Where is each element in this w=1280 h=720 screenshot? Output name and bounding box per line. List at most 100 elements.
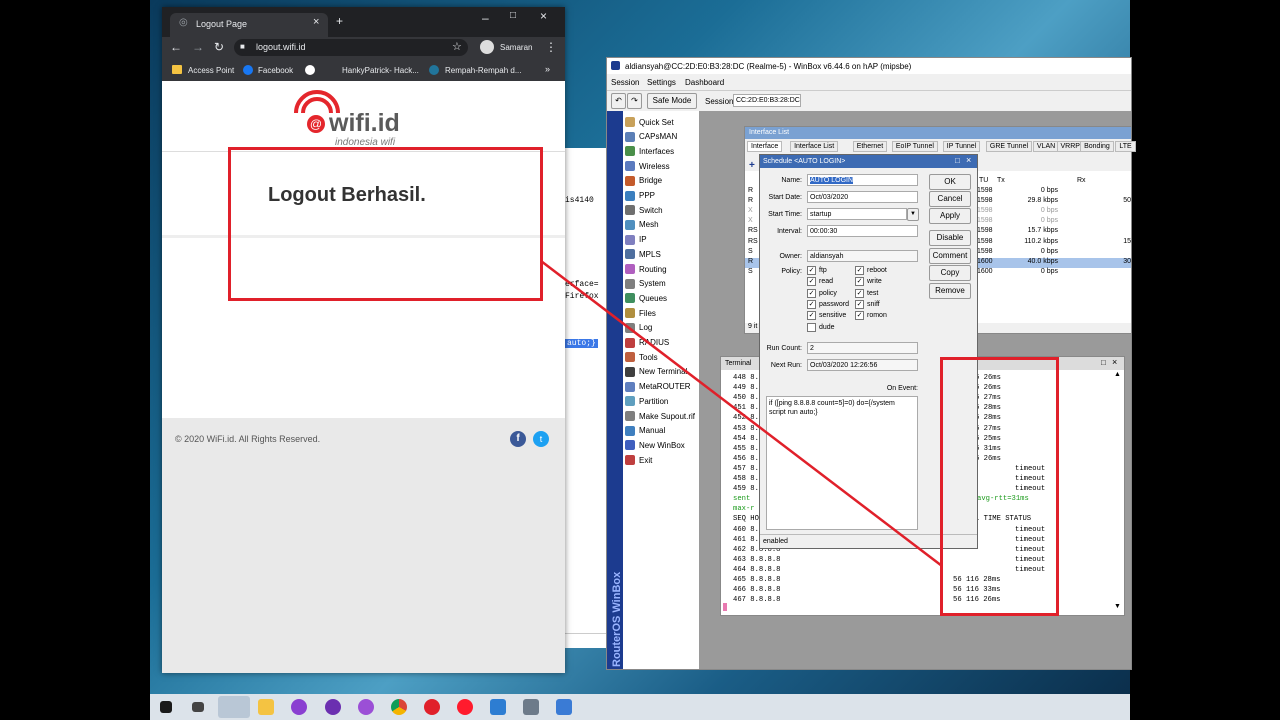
start-time-dropdown-icon[interactable]: ▼ bbox=[907, 208, 919, 221]
terminal-close-icon[interactable]: × bbox=[1112, 357, 1117, 367]
tab-eoip-tunnel[interactable]: EoIP Tunnel bbox=[891, 141, 938, 152]
cancel-button[interactable]: Cancel bbox=[929, 191, 971, 207]
interval-field[interactable]: 00:00:30 bbox=[807, 225, 918, 237]
forward-icon[interactable]: → bbox=[192, 40, 204, 54]
tab-ip-tunnel[interactable]: IP Tunnel bbox=[942, 141, 981, 152]
sidebar-item-queues[interactable]: Queues bbox=[625, 291, 667, 305]
sidebar-item-mpls[interactable]: MPLS bbox=[625, 247, 661, 261]
sidebar-item-radius[interactable]: RADIUS bbox=[625, 336, 669, 350]
policy-policy[interactable]: ✓ policy bbox=[807, 288, 837, 298]
checkbox-icon[interactable]: ✓ bbox=[807, 299, 816, 309]
tab-lte[interactable]: LTE bbox=[1115, 141, 1136, 152]
menu-dashboard[interactable]: Dashboard bbox=[685, 78, 724, 87]
back-icon[interactable]: ← bbox=[170, 40, 182, 54]
menu-settings[interactable]: Settings bbox=[647, 78, 676, 87]
menu-kebab-icon[interactable]: ⋮ bbox=[545, 40, 557, 54]
schedule-max-icon[interactable]: □ bbox=[955, 156, 960, 165]
checkbox-icon[interactable] bbox=[807, 322, 816, 332]
bookmark-facebook[interactable]: Facebook bbox=[258, 66, 293, 75]
checkbox-icon[interactable]: ✓ bbox=[807, 311, 816, 321]
maximize-icon[interactable]: □ bbox=[510, 10, 516, 21]
policy-sniff[interactable]: ✓ sniff bbox=[855, 299, 880, 309]
close-window-icon[interactable]: × bbox=[540, 9, 547, 23]
col-mtu[interactable]: TU bbox=[979, 177, 988, 184]
windows-start-icon[interactable] bbox=[160, 701, 172, 713]
policy-write[interactable]: ✓ write bbox=[855, 277, 882, 287]
app-purple-2-icon[interactable] bbox=[325, 699, 341, 715]
sidebar-item-new-terminal[interactable]: New Terminal bbox=[625, 365, 687, 379]
opera-2-icon[interactable] bbox=[457, 699, 473, 715]
policy-sensitive[interactable]: ✓ sensitive bbox=[807, 311, 846, 321]
app-purple-icon[interactable] bbox=[291, 699, 307, 715]
sidebar-item-exit[interactable]: Exit bbox=[625, 453, 652, 467]
app-gray-icon[interactable] bbox=[523, 699, 539, 715]
safe-mode-button[interactable]: Safe Mode bbox=[647, 93, 697, 109]
terminal-max-icon[interactable]: □ bbox=[1101, 358, 1106, 367]
sidebar-item-ip[interactable]: IP bbox=[625, 233, 647, 247]
close-tab-icon[interactable]: × bbox=[313, 16, 319, 28]
address-bar[interactable]: ■ logout.wifi.id ☆ bbox=[234, 39, 468, 56]
start-date-field[interactable]: Oct/03/2020 bbox=[807, 191, 918, 203]
minimize-icon[interactable]: – bbox=[482, 11, 489, 25]
policy-reboot[interactable]: ✓ reboot bbox=[855, 266, 887, 275]
star-icon[interactable]: ☆ bbox=[452, 40, 462, 53]
app-purple-3-icon[interactable] bbox=[358, 699, 374, 715]
start-time-field[interactable]: startup bbox=[807, 208, 907, 220]
sidebar-item-switch[interactable]: Switch bbox=[625, 203, 663, 217]
sidebar-item-make-supout-rif[interactable]: Make Supout.rif bbox=[625, 409, 695, 423]
more-bookmarks-icon[interactable]: » bbox=[545, 64, 550, 74]
sidebar-item-routing[interactable]: Routing bbox=[625, 262, 667, 276]
name-field[interactable]: AUTO LOGIN bbox=[807, 174, 918, 186]
file-explorer-icon[interactable] bbox=[258, 699, 274, 715]
sidebar-item-bridge[interactable]: Bridge bbox=[625, 174, 662, 188]
avatar[interactable] bbox=[480, 40, 494, 54]
copy-button[interactable]: Copy bbox=[929, 265, 971, 281]
session-field[interactable]: CC:2D:E0:B3:28:DC bbox=[733, 94, 801, 107]
tab-gre-tunnel[interactable]: GRE Tunnel bbox=[985, 141, 1033, 152]
chrome-taskbar-icon[interactable] bbox=[391, 699, 407, 715]
reload-icon[interactable]: ↻ bbox=[214, 40, 224, 54]
browser-tab[interactable]: ◎ Logout Page × bbox=[170, 13, 328, 37]
sidebar-item-mesh[interactable]: Mesh bbox=[625, 218, 659, 232]
winbox-taskbar-icon[interactable] bbox=[218, 696, 250, 718]
remove-button[interactable]: Remove bbox=[929, 283, 971, 299]
sidebar-item-files[interactable]: Files bbox=[625, 306, 656, 320]
menu-session[interactable]: Session bbox=[611, 78, 639, 87]
task-view-icon[interactable] bbox=[192, 702, 204, 712]
tab-ethernet[interactable]: Ethernet bbox=[852, 141, 888, 152]
sidebar-item-quick-set[interactable]: Quick Set bbox=[625, 115, 674, 129]
sidebar-item-partition[interactable]: Partition bbox=[625, 394, 668, 408]
checkbox-icon[interactable]: ✓ bbox=[855, 277, 864, 287]
policy-romon[interactable]: ✓ romon bbox=[855, 311, 887, 321]
checkbox-icon[interactable]: ✓ bbox=[807, 266, 816, 275]
sidebar-item-tools[interactable]: Tools bbox=[625, 350, 658, 364]
checkbox-icon[interactable]: ✓ bbox=[855, 311, 864, 321]
sidebar-item-wireless[interactable]: Wireless bbox=[625, 159, 670, 173]
sidebar-item-system[interactable]: System bbox=[625, 277, 666, 291]
new-tab-icon[interactable]: + bbox=[336, 14, 343, 28]
schedule-close-icon[interactable]: × bbox=[966, 155, 971, 165]
twitter-icon[interactable]: t bbox=[533, 431, 549, 447]
policy-password[interactable]: ✓ password bbox=[807, 299, 849, 309]
checkbox-icon[interactable]: ✓ bbox=[855, 266, 864, 275]
add-icon[interactable]: + bbox=[749, 160, 755, 171]
ok-button[interactable]: OK bbox=[929, 174, 971, 190]
policy-test[interactable]: ✓ test bbox=[855, 288, 878, 298]
bookmark-hankypatrick[interactable]: HankyPatrick- Hack... bbox=[342, 66, 419, 75]
profile-name[interactable]: Samaran bbox=[500, 43, 532, 52]
sidebar-item-log[interactable]: Log bbox=[625, 321, 652, 335]
disable-button[interactable]: Disable bbox=[929, 230, 971, 246]
undo-icon[interactable]: ↶ bbox=[611, 93, 626, 109]
scroll-down-icon[interactable]: ▼ bbox=[1114, 603, 1121, 610]
bookmark-rempah[interactable]: Rempah-Rempah d... bbox=[445, 66, 521, 75]
tab-bonding[interactable]: Bonding bbox=[1080, 141, 1114, 152]
app-blue-icon[interactable] bbox=[490, 699, 506, 715]
policy-dude[interactable]: dude bbox=[807, 322, 835, 332]
apply-button[interactable]: Apply bbox=[929, 208, 971, 224]
checkbox-icon[interactable]: ✓ bbox=[807, 277, 816, 287]
bookmark-access-point[interactable]: Access Point bbox=[188, 66, 234, 75]
opera-icon[interactable] bbox=[424, 699, 440, 715]
tab-interface-list[interactable]: Interface List bbox=[790, 141, 839, 152]
checkbox-icon[interactable]: ✓ bbox=[855, 299, 864, 309]
sidebar-item-interfaces[interactable]: Interfaces bbox=[625, 144, 674, 158]
